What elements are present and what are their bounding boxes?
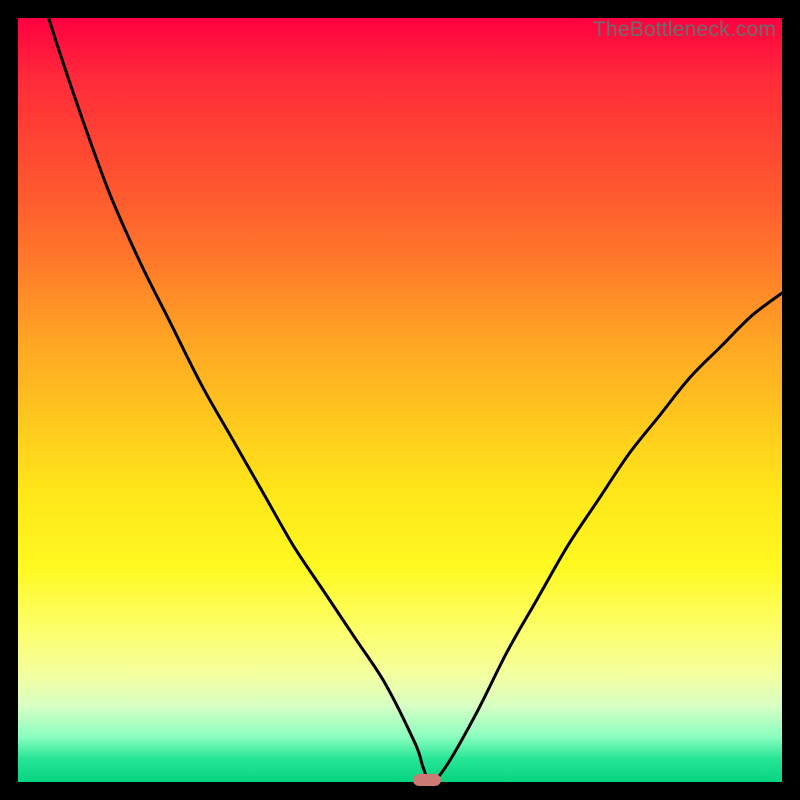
plot-area: TheBottleneck.com bbox=[18, 18, 782, 782]
minimum-marker bbox=[413, 774, 441, 786]
bottleneck-curve bbox=[18, 18, 782, 782]
curve-path bbox=[18, 18, 782, 782]
chart-stage: TheBottleneck.com bbox=[0, 0, 800, 800]
